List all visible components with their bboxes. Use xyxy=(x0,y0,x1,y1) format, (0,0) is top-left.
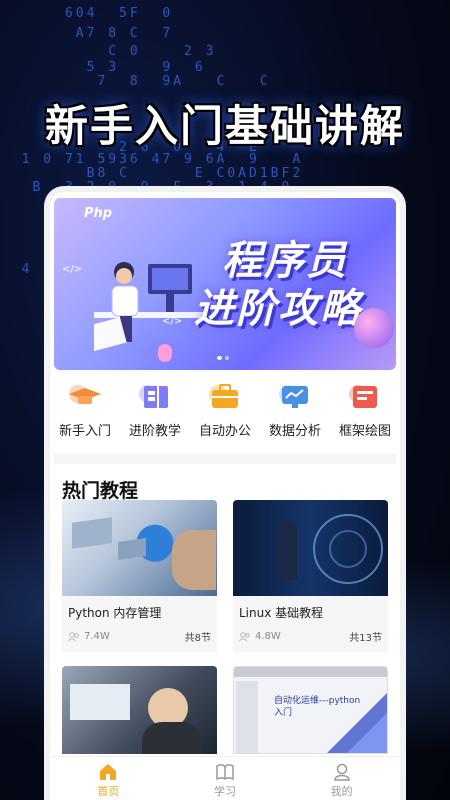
course-title: Python 内存管理 xyxy=(68,606,162,620)
course-card[interactable]: Python 内存管理 7.4W 共8节 xyxy=(62,500,217,652)
users-icon xyxy=(68,631,79,642)
thumb-caption: 入门 xyxy=(274,708,293,718)
section-divider xyxy=(54,454,396,464)
tab-label: 我的 xyxy=(330,785,353,798)
course-thumbnail xyxy=(62,500,217,596)
hex-code-row: 7 8 9A C C xyxy=(0,74,271,89)
course-thumbnail xyxy=(233,500,388,596)
tab-profile[interactable]: 我的 xyxy=(312,757,372,800)
briefcase-icon xyxy=(208,382,242,412)
course-views: 7.4W xyxy=(84,631,110,642)
category-label: 新手入门 xyxy=(58,424,111,439)
graduation-cap-icon xyxy=(68,382,102,412)
users-icon xyxy=(239,631,250,642)
hex-code-row: 5 3 9 6 xyxy=(0,60,206,75)
course-views: 4.8W xyxy=(255,631,281,642)
promo-banner[interactable]: Php 程序员 进阶攻略 </> </> xyxy=(54,198,396,370)
course-lessons: 共8节 xyxy=(184,633,211,644)
book-icon xyxy=(138,382,172,412)
user-icon xyxy=(332,763,352,781)
hex-code-row: C 0 2 3 xyxy=(0,44,217,59)
carousel-dot[interactable] xyxy=(225,356,229,360)
code-tag: </> xyxy=(62,264,83,275)
category-data-analysis[interactable]: 数据分析 xyxy=(262,382,328,439)
course-card[interactable] xyxy=(62,666,217,754)
hex-code-row: A7 8 C 7 xyxy=(0,26,174,41)
hex-code-row: 1 0 71 5936 47 9 6A 9 A xyxy=(0,152,304,167)
mouse-icon xyxy=(158,344,172,362)
home-icon xyxy=(98,763,118,781)
hex-code-row: B8 C E C0AD1BF2 xyxy=(0,166,304,181)
category-office-automation[interactable]: 自动办公 xyxy=(192,382,258,439)
frame-drawing-icon xyxy=(348,382,382,412)
triangle-decor xyxy=(327,693,387,753)
book-open-icon xyxy=(215,763,235,781)
carousel-dot-active[interactable] xyxy=(217,356,222,360)
category-beginner[interactable]: 新手入门 xyxy=(52,382,118,439)
hex-code-row: 4 xyxy=(0,262,33,277)
phone-frame: Php 程序员 进阶攻略 </> </> 新手入门 进阶教学 自动办公 数据分析… xyxy=(44,186,406,800)
category-framework-drawing[interactable]: 框架绘图 xyxy=(332,382,398,439)
category-label: 进阶教学 xyxy=(128,424,181,439)
tab-label: 首页 xyxy=(97,785,120,798)
course-card[interactable]: 自动化运维---python 入门 xyxy=(233,666,388,754)
tab-home[interactable]: 首页 xyxy=(78,757,138,800)
bottom-tab-bar: 首页 学习 我的 xyxy=(50,756,400,800)
decor-ball xyxy=(354,308,394,348)
hex-code-row: 604 5F 0 xyxy=(0,6,174,21)
chart-screen-icon xyxy=(278,382,312,412)
tab-study[interactable]: 学习 xyxy=(195,757,255,800)
code-tag: </> xyxy=(162,316,183,327)
course-card[interactable]: Linux 基础教程 4.8W 共13节 xyxy=(233,500,388,652)
course-thumbnail xyxy=(62,666,217,754)
category-label: 框架绘图 xyxy=(338,424,391,439)
banner-php-badge: Php xyxy=(84,206,113,221)
category-row: 新手入门 进阶教学 自动办公 数据分析 框架绘图 xyxy=(50,382,400,439)
carousel-indicator[interactable] xyxy=(217,356,229,360)
promo-headline: 新手入门基础讲解 xyxy=(45,102,405,152)
course-title: Linux 基础教程 xyxy=(239,606,324,620)
category-label: 自动办公 xyxy=(198,424,251,439)
course-lessons: 共13节 xyxy=(349,633,382,644)
section-title-hot-courses: 热门教程 xyxy=(62,480,139,502)
category-label: 数据分析 xyxy=(268,424,321,439)
tab-label: 学习 xyxy=(213,785,236,798)
category-advanced[interactable]: 进阶教学 xyxy=(122,382,188,439)
banner-title-line2: 进阶攻略 xyxy=(194,286,362,332)
course-thumbnail: 自动化运维---python 入门 xyxy=(233,666,388,754)
